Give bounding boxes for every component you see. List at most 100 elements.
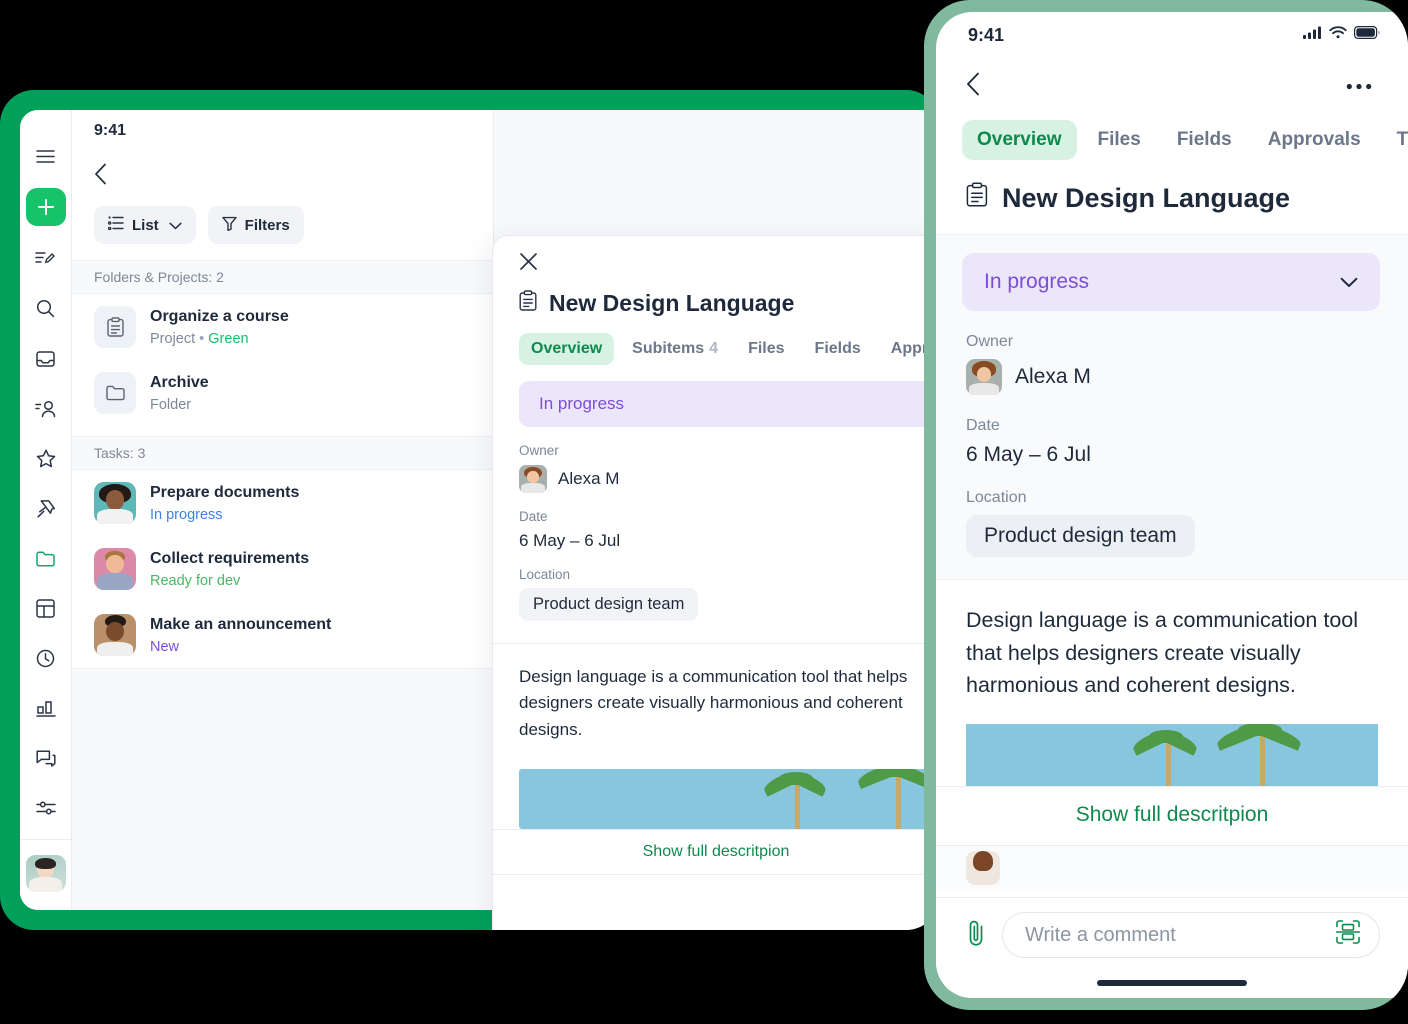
palm-tree-icon bbox=[1215, 724, 1303, 787]
date-value[interactable]: 6 May – 6 Jul bbox=[493, 524, 939, 551]
back-button[interactable] bbox=[966, 72, 980, 101]
star-icon[interactable] bbox=[26, 440, 66, 478]
list-item-text: Collect requirements Ready for dev bbox=[150, 549, 309, 589]
chevron-down-icon bbox=[169, 217, 182, 234]
avatar bbox=[94, 548, 136, 590]
paperclip-icon[interactable] bbox=[966, 918, 988, 953]
phone-fields-section: In progress Owner Alexa M Date 6 May – 6… bbox=[936, 234, 1408, 579]
filters-label: Filters bbox=[244, 216, 290, 234]
palm-tree-icon bbox=[1130, 729, 1200, 787]
phone-screen: 9:41 Overview Files Fields Approvals T N… bbox=[936, 12, 1408, 998]
tab-overview[interactable]: Overview bbox=[962, 120, 1077, 160]
chevron-left-icon bbox=[966, 72, 980, 100]
phone-description-section: Design language is a communication tool … bbox=[936, 579, 1408, 845]
owner-name: Alexa M bbox=[558, 469, 620, 488]
inbox-icon[interactable] bbox=[26, 340, 66, 378]
clock-icon[interactable] bbox=[26, 639, 66, 677]
comment-placeholder: Write a comment bbox=[1025, 923, 1176, 946]
tab-fields[interactable]: Fields bbox=[803, 333, 873, 365]
owner-value[interactable]: Alexa M bbox=[493, 458, 939, 493]
phone-home-indicator-area bbox=[936, 968, 1408, 998]
phone-status-bar: 9:41 bbox=[936, 12, 1408, 58]
filters-button[interactable]: Filters bbox=[207, 206, 304, 244]
task-list-column: 9:41 List Filters Folders & Projects: 2 … bbox=[72, 110, 494, 910]
task-detail-panel: New Design Language Overview Subitems 4 F… bbox=[492, 235, 940, 930]
tab-overview[interactable]: Overview bbox=[519, 333, 615, 365]
close-icon bbox=[519, 253, 538, 275]
tab-files[interactable]: Files bbox=[736, 333, 796, 365]
page-title-text: New Design Language bbox=[549, 290, 795, 316]
filter-icon bbox=[221, 216, 237, 235]
tablet-status-time: 9:41 bbox=[94, 122, 127, 139]
list-item[interactable]: Make an announcement New bbox=[72, 602, 493, 668]
description-text: Design language is a communication tool … bbox=[966, 608, 1359, 698]
section-heading-tasks: Tasks: 3 bbox=[72, 436, 493, 470]
show-full-description-link[interactable]: Show full descritpion bbox=[493, 829, 939, 874]
sliders-icon[interactable] bbox=[26, 789, 66, 827]
tab-label: Subitems bbox=[632, 340, 705, 357]
status-badge: Green bbox=[208, 330, 249, 347]
location-label: Location bbox=[966, 489, 1027, 506]
phone-flex-spacer bbox=[936, 889, 1408, 897]
list-item[interactable]: Archive Folder bbox=[72, 360, 493, 426]
phone-tabs: Overview Files Fields Approvals Time t bbox=[936, 114, 1408, 160]
status-dropdown[interactable]: In progress bbox=[519, 381, 939, 427]
chart-icon[interactable] bbox=[26, 689, 66, 727]
rail-divider bbox=[20, 839, 72, 841]
tab-subitems[interactable]: Subitems 4 bbox=[620, 333, 730, 365]
avatar bbox=[519, 465, 547, 493]
back-button[interactable] bbox=[72, 152, 493, 200]
phone-device-frame: 9:41 Overview Files Fields Approvals T N… bbox=[924, 0, 1408, 1010]
separator-dot: • bbox=[199, 330, 205, 347]
clipboard-icon bbox=[94, 306, 136, 348]
tab-fields[interactable]: Fields bbox=[1162, 120, 1247, 160]
scan-icon[interactable] bbox=[1335, 919, 1361, 951]
create-button[interactable] bbox=[25, 187, 66, 226]
pin-icon[interactable] bbox=[26, 490, 66, 528]
close-button[interactable] bbox=[493, 236, 939, 278]
status-badge: In progress bbox=[539, 394, 625, 413]
chat-icon[interactable] bbox=[26, 739, 66, 777]
page-title-text: New Design Language bbox=[1002, 182, 1291, 213]
tablet-device-frame: 9:41 List Filters Folders & Projects: 2 … bbox=[0, 90, 940, 930]
tab-files[interactable]: Files bbox=[1083, 120, 1156, 160]
description-image bbox=[966, 724, 1378, 787]
tab-label: Fields bbox=[814, 340, 861, 357]
tab-label: Files bbox=[748, 340, 785, 357]
show-full-description-link[interactable]: Show full descritpion bbox=[936, 786, 1408, 845]
list-item-text: Organize a course Project • Green bbox=[150, 307, 289, 347]
list-item[interactable]: Collect requirements Ready for dev bbox=[72, 536, 493, 602]
view-selector-button[interactable]: List bbox=[94, 206, 196, 244]
date-value[interactable]: 6 May – 6 Jul bbox=[936, 435, 1408, 467]
description-text: Design language is a communication tool … bbox=[519, 667, 908, 739]
app-left-rail bbox=[20, 110, 72, 910]
list-item[interactable]: Organize a course Project • Green bbox=[72, 294, 493, 360]
edit-list-icon[interactable] bbox=[26, 240, 66, 278]
status-badge: In progress bbox=[984, 270, 1090, 293]
more-options-button[interactable] bbox=[1346, 77, 1372, 95]
list-item-subtitle: Folder bbox=[150, 396, 192, 413]
comment-input[interactable]: Write a comment bbox=[1002, 912, 1380, 958]
menu-icon[interactable] bbox=[26, 138, 66, 176]
list-item[interactable]: Prepare documents In progress bbox=[72, 470, 493, 536]
folder-icon[interactable] bbox=[26, 540, 66, 578]
tab-approvals[interactable]: Approvals bbox=[1253, 120, 1376, 160]
detail-tabs: Overview Subitems4 Files Fields Approval… bbox=[493, 317, 939, 365]
people-icon[interactable] bbox=[26, 390, 66, 428]
tab-time-tracking[interactable]: Time t bbox=[1382, 120, 1408, 160]
phone-status-icons bbox=[1303, 26, 1380, 44]
date-label: Date bbox=[966, 417, 1000, 434]
avatar bbox=[966, 359, 1002, 395]
list-item-title: Archive bbox=[150, 374, 209, 392]
avatar[interactable] bbox=[25, 854, 66, 893]
location-label: Location bbox=[519, 567, 571, 582]
location-chip[interactable]: Product design team bbox=[519, 588, 699, 621]
chevron-down-icon bbox=[1340, 270, 1358, 294]
status-dropdown[interactable]: In progress bbox=[962, 253, 1380, 311]
location-chip[interactable]: Product design team bbox=[966, 515, 1195, 557]
owner-value[interactable]: Alexa M bbox=[936, 351, 1408, 395]
board-icon[interactable] bbox=[26, 589, 66, 627]
search-icon[interactable] bbox=[26, 290, 66, 328]
tab-count: 4 bbox=[709, 340, 719, 357]
list-item-text: Prepare documents In progress bbox=[150, 483, 299, 523]
